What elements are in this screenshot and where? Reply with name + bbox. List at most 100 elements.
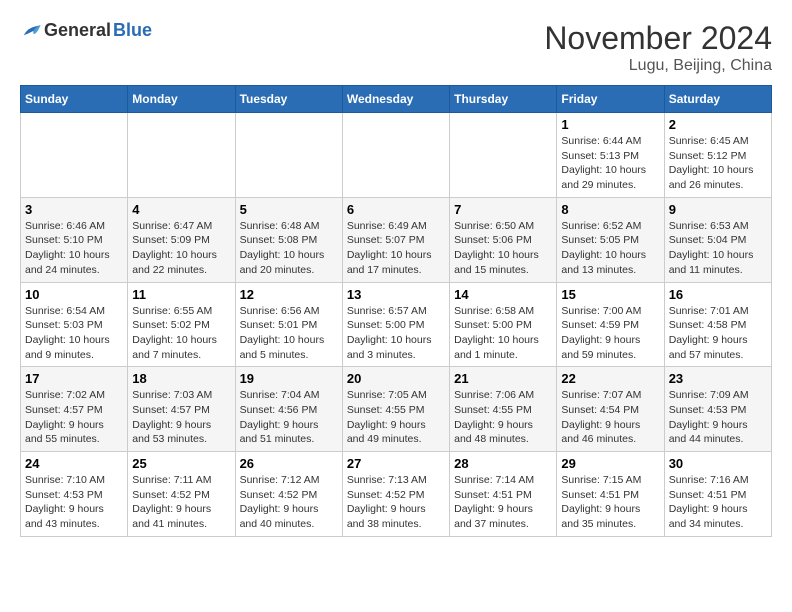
calendar-cell: 8 Sunrise: 6:52 AMSunset: 5:05 PMDaylight… [557, 197, 664, 282]
weekday-header-friday: Friday [557, 86, 664, 113]
page-header: General Blue November 2024 Lugu, Beijing… [20, 20, 772, 75]
day-info: Sunrise: 6:50 AMSunset: 5:06 PMDaylight:… [454, 219, 552, 278]
logo-bird-icon [20, 22, 42, 40]
calendar-cell: 23Sunrise: 7:09 AMSunset: 4:53 PMDayligh… [664, 367, 771, 452]
calendar-cell: 17 Sunrise: 7:02 AMSunset: 4:57 PMDayligh… [21, 367, 128, 452]
day-number: 24 [25, 456, 123, 471]
day-number: 11 [132, 287, 230, 302]
weekday-header-monday: Monday [128, 86, 235, 113]
day-number: 25 [132, 456, 230, 471]
day-info: Sunrise: 6:52 AMSunset: 5:05 PMDaylight:… [561, 219, 659, 278]
day-number: 22 [561, 371, 659, 386]
day-number: 20 [347, 371, 445, 386]
calendar-cell: 25 Sunrise: 7:11 AMSunset: 4:52 PMDayligh… [128, 452, 235, 537]
day-info: Sunrise: 7:00 AMSunset: 4:59 PMDaylight:… [561, 304, 659, 363]
day-info: Sunrise: 7:10 AMSunset: 4:53 PMDaylight:… [25, 473, 123, 532]
calendar-cell [128, 113, 235, 198]
day-info: Sunrise: 7:13 AMSunset: 4:52 PMDaylight:… [347, 473, 445, 532]
day-number: 27 [347, 456, 445, 471]
day-number: 1 [561, 117, 659, 132]
calendar-cell: 11 Sunrise: 6:55 AMSunset: 5:02 PMDayligh… [128, 282, 235, 367]
day-number: 2 [669, 117, 767, 132]
day-number: 18 [132, 371, 230, 386]
day-info: Sunrise: 7:06 AMSunset: 4:55 PMDaylight:… [454, 388, 552, 447]
calendar-cell: 12 Sunrise: 6:56 AMSunset: 5:01 PMDayligh… [235, 282, 342, 367]
day-number: 13 [347, 287, 445, 302]
day-info: Sunrise: 6:54 AMSunset: 5:03 PMDaylight:… [25, 304, 123, 363]
day-info: Sunrise: 7:03 AMSunset: 4:57 PMDaylight:… [132, 388, 230, 447]
calendar-week-row: 24 Sunrise: 7:10 AMSunset: 4:53 PMDayligh… [21, 452, 772, 537]
weekday-header-row: SundayMondayTuesdayWednesdayThursdayFrid… [21, 86, 772, 113]
day-info: Sunrise: 7:04 AMSunset: 4:56 PMDaylight:… [240, 388, 338, 447]
day-info: Sunrise: 6:46 AMSunset: 5:10 PMDaylight:… [25, 219, 123, 278]
logo-blue-text: Blue [113, 20, 152, 41]
calendar-cell: 2Sunrise: 6:45 AMSunset: 5:12 PMDaylight… [664, 113, 771, 198]
day-number: 4 [132, 202, 230, 217]
day-info: Sunrise: 7:12 AMSunset: 4:52 PMDaylight:… [240, 473, 338, 532]
day-number: 9 [669, 202, 767, 217]
day-info: Sunrise: 7:09 AMSunset: 4:53 PMDaylight:… [669, 388, 767, 447]
weekday-header-sunday: Sunday [21, 86, 128, 113]
calendar-cell: 15Sunrise: 7:00 AMSunset: 4:59 PMDayligh… [557, 282, 664, 367]
day-number: 8 [561, 202, 659, 217]
day-number: 19 [240, 371, 338, 386]
logo-general-text: General [44, 20, 111, 41]
day-info: Sunrise: 6:48 AMSunset: 5:08 PMDaylight:… [240, 219, 338, 278]
calendar-cell: 19 Sunrise: 7:04 AMSunset: 4:56 PMDayligh… [235, 367, 342, 452]
day-number: 26 [240, 456, 338, 471]
day-info: Sunrise: 6:53 AMSunset: 5:04 PMDaylight:… [669, 219, 767, 278]
day-info: Sunrise: 7:14 AMSunset: 4:51 PMDaylight:… [454, 473, 552, 532]
calendar-cell: 7 Sunrise: 6:50 AMSunset: 5:06 PMDaylight… [450, 197, 557, 282]
calendar-cell: 3 Sunrise: 6:46 AMSunset: 5:10 PMDaylight… [21, 197, 128, 282]
calendar-cell: 22 Sunrise: 7:07 AMSunset: 4:54 PMDayligh… [557, 367, 664, 452]
day-number: 5 [240, 202, 338, 217]
day-info: Sunrise: 7:16 AMSunset: 4:51 PMDaylight:… [669, 473, 767, 532]
calendar-week-row: 3 Sunrise: 6:46 AMSunset: 5:10 PMDaylight… [21, 197, 772, 282]
day-info: Sunrise: 6:58 AMSunset: 5:00 PMDaylight:… [454, 304, 552, 363]
day-number: 12 [240, 287, 338, 302]
day-number: 6 [347, 202, 445, 217]
calendar-cell: 30Sunrise: 7:16 AMSunset: 4:51 PMDayligh… [664, 452, 771, 537]
day-info: Sunrise: 7:15 AMSunset: 4:51 PMDaylight:… [561, 473, 659, 532]
calendar-table: SundayMondayTuesdayWednesdayThursdayFrid… [20, 85, 772, 537]
day-number: 10 [25, 287, 123, 302]
logo: General Blue [20, 20, 152, 41]
calendar-cell: 9 Sunrise: 6:53 AMSunset: 5:04 PMDaylight… [664, 197, 771, 282]
calendar-cell: 1Sunrise: 6:44 AMSunset: 5:13 PMDaylight… [557, 113, 664, 198]
day-info: Sunrise: 6:49 AMSunset: 5:07 PMDaylight:… [347, 219, 445, 278]
day-info: Sunrise: 6:47 AMSunset: 5:09 PMDaylight:… [132, 219, 230, 278]
calendar-cell [235, 113, 342, 198]
weekday-header-tuesday: Tuesday [235, 86, 342, 113]
calendar-cell: 20 Sunrise: 7:05 AMSunset: 4:55 PMDayligh… [342, 367, 449, 452]
calendar-cell: 24 Sunrise: 7:10 AMSunset: 4:53 PMDayligh… [21, 452, 128, 537]
day-number: 3 [25, 202, 123, 217]
day-info: Sunrise: 6:55 AMSunset: 5:02 PMDaylight:… [132, 304, 230, 363]
day-info: Sunrise: 7:11 AMSunset: 4:52 PMDaylight:… [132, 473, 230, 532]
calendar-cell: 5 Sunrise: 6:48 AMSunset: 5:08 PMDaylight… [235, 197, 342, 282]
day-number: 7 [454, 202, 552, 217]
day-info: Sunrise: 7:07 AMSunset: 4:54 PMDaylight:… [561, 388, 659, 447]
calendar-cell: 26 Sunrise: 7:12 AMSunset: 4:52 PMDayligh… [235, 452, 342, 537]
location-text: Lugu, Beijing, China [544, 57, 772, 75]
calendar-cell: 10 Sunrise: 6:54 AMSunset: 5:03 PMDayligh… [21, 282, 128, 367]
calendar-cell: 4 Sunrise: 6:47 AMSunset: 5:09 PMDaylight… [128, 197, 235, 282]
day-number: 16 [669, 287, 767, 302]
calendar-cell: 16 Sunrise: 7:01 AMSunset: 4:58 PMDayligh… [664, 282, 771, 367]
day-info: Sunrise: 7:05 AMSunset: 4:55 PMDaylight:… [347, 388, 445, 447]
calendar-cell: 29Sunrise: 7:15 AMSunset: 4:51 PMDayligh… [557, 452, 664, 537]
day-info: Sunrise: 7:01 AMSunset: 4:58 PMDaylight:… [669, 304, 767, 363]
calendar-week-row: 17 Sunrise: 7:02 AMSunset: 4:57 PMDayligh… [21, 367, 772, 452]
weekday-header-saturday: Saturday [664, 86, 771, 113]
calendar-cell: 14Sunrise: 6:58 AMSunset: 5:00 PMDayligh… [450, 282, 557, 367]
calendar-cell [450, 113, 557, 198]
weekday-header-thursday: Thursday [450, 86, 557, 113]
calendar-cell: 6 Sunrise: 6:49 AMSunset: 5:07 PMDaylight… [342, 197, 449, 282]
weekday-header-wednesday: Wednesday [342, 86, 449, 113]
day-number: 17 [25, 371, 123, 386]
calendar-cell: 13Sunrise: 6:57 AMSunset: 5:00 PMDayligh… [342, 282, 449, 367]
title-area: November 2024 Lugu, Beijing, China [544, 20, 772, 75]
day-info: Sunrise: 7:02 AMSunset: 4:57 PMDaylight:… [25, 388, 123, 447]
calendar-cell: 18 Sunrise: 7:03 AMSunset: 4:57 PMDayligh… [128, 367, 235, 452]
day-info: Sunrise: 6:56 AMSunset: 5:01 PMDaylight:… [240, 304, 338, 363]
calendar-cell: 27 Sunrise: 7:13 AMSunset: 4:52 PMDayligh… [342, 452, 449, 537]
